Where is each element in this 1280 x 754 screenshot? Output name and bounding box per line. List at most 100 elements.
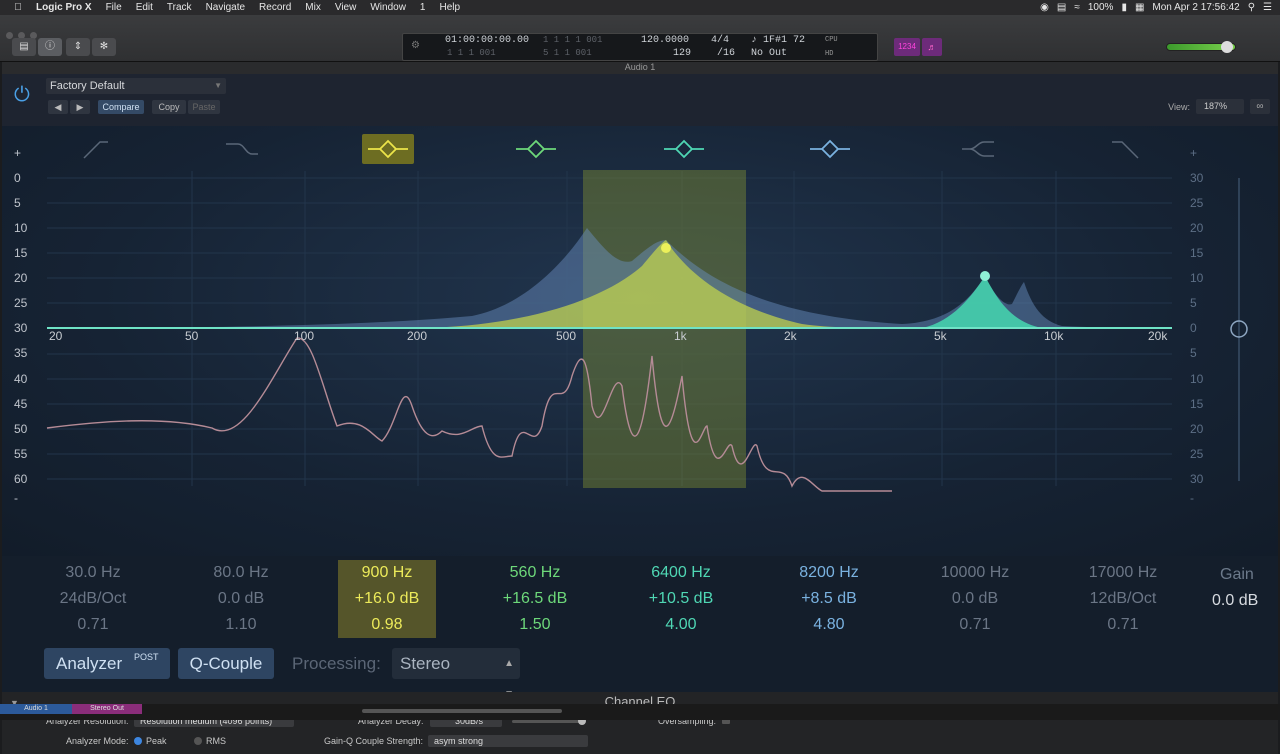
menu-mix[interactable]: Mix	[305, 2, 321, 13]
search-icon[interactable]: ⚲	[1248, 2, 1255, 13]
menu-track[interactable]: Track	[167, 2, 192, 13]
track-audio-1[interactable]: Audio 1	[0, 704, 72, 714]
menu-file[interactable]: File	[106, 2, 122, 13]
band-frequency[interactable]: 8200 Hz	[780, 560, 878, 586]
menu-edit[interactable]: Edit	[136, 2, 153, 13]
band-frequency[interactable]: 80.0 Hz	[192, 560, 290, 586]
lcd-display[interactable]: ⚙ 01:00:00:00.00 1 1 1 1 001 1 1 1 001 5…	[402, 33, 878, 61]
band-q[interactable]: 1.50	[486, 612, 584, 638]
gain-q-couple-select[interactable]: asym strong	[428, 735, 588, 747]
rms-radio[interactable]	[194, 737, 202, 745]
band-frequency[interactable]: 900 Hz	[338, 560, 436, 586]
band-4-params[interactable]: 560 Hz +16.5 dB 1.50	[486, 560, 584, 638]
low-cut-icon[interactable]	[70, 134, 122, 164]
band-8-params[interactable]: 17000 Hz 12dB/Oct 0.71	[1074, 560, 1172, 638]
left-scale-plus[interactable]: +	[14, 146, 21, 160]
band-6-params[interactable]: 8200 Hz +8.5 dB 4.80	[780, 560, 878, 638]
menu-view[interactable]: View	[335, 2, 357, 13]
battery-label[interactable]: 100%	[1088, 2, 1114, 13]
low-shelf-icon[interactable]	[216, 134, 268, 164]
band-q[interactable]: 0.98	[338, 612, 436, 638]
band-frequency[interactable]: 6400 Hz	[632, 560, 730, 586]
gain-value[interactable]: 0.0 dB	[1212, 592, 1258, 610]
compare-button[interactable]: Compare	[98, 100, 144, 114]
analyzer-button[interactable]: Analyzer POST	[44, 648, 170, 679]
band-slope[interactable]: 12dB/Oct	[1074, 586, 1172, 612]
peak-label[interactable]: Peak	[146, 736, 167, 746]
power-icon[interactable]: ⏻	[14, 84, 36, 106]
record-status-icon[interactable]: ◉	[1040, 2, 1049, 13]
menu-record[interactable]: Record	[259, 2, 291, 13]
post-label[interactable]: POST	[134, 642, 159, 673]
lcd-key[interactable]: ♪ 1F#1 72	[751, 35, 805, 46]
view-zoom-select[interactable]: 187%	[1196, 99, 1244, 114]
wifi-icon[interactable]: ≈	[1074, 2, 1080, 13]
band-q[interactable]: 4.00	[632, 612, 730, 638]
rms-label[interactable]: RMS	[206, 736, 226, 746]
track-stereo-out[interactable]: Stereo Out	[72, 704, 142, 714]
bell-icon[interactable]	[510, 134, 562, 164]
menu-navigate[interactable]: Navigate	[206, 2, 245, 13]
band-gain[interactable]: +10.5 dB	[632, 586, 730, 612]
master-volume-slider[interactable]	[1166, 41, 1236, 53]
keyboard-icon[interactable]: ▤	[1057, 2, 1066, 13]
high-shelf-icon[interactable]	[952, 134, 1004, 164]
band-q[interactable]: 0.71	[1074, 612, 1172, 638]
band-slope[interactable]: 24dB/Oct	[44, 586, 142, 612]
band-frequency[interactable]: 560 Hz	[486, 560, 584, 586]
bell-icon[interactable]	[658, 134, 710, 164]
band-5-handle[interactable]	[980, 271, 990, 281]
band-q[interactable]: 0.71	[44, 612, 142, 638]
clock[interactable]: Mon Apr 2 17:56:42	[1152, 2, 1239, 13]
band-gain[interactable]: +16.0 dB	[338, 586, 436, 612]
smart-controls-icon[interactable]: ✻	[92, 38, 116, 56]
bell-icon[interactable]	[362, 134, 414, 164]
mixer-icon[interactable]: ⇕	[66, 38, 90, 56]
analyzer-decay-slider[interactable]	[512, 717, 586, 725]
band-1-params[interactable]: 30.0 Hz 24dB/Oct 0.71	[44, 560, 142, 638]
band-frequency[interactable]: 30.0 Hz	[44, 560, 142, 586]
bell-icon[interactable]	[804, 134, 856, 164]
lcd-settings-icon[interactable]: ⚙	[411, 40, 420, 52]
band-q[interactable]: 0.71	[926, 612, 1024, 638]
band-q[interactable]: 1.10	[192, 612, 290, 638]
high-cut-icon[interactable]	[1098, 134, 1150, 164]
eq-graph[interactable]: + 0 5 10 15 20 25 30 35 40 45 50 55 60 -…	[2, 126, 1278, 556]
q-couple-button[interactable]: Q-Couple	[178, 648, 274, 679]
previous-preset-button[interactable]: ◀	[48, 100, 68, 114]
app-menu[interactable]: Logic Pro X	[36, 2, 92, 13]
lcd-division[interactable]: /16	[717, 48, 735, 59]
metronome-icon[interactable]: ♬	[922, 38, 942, 56]
tuner-button[interactable]: 1234	[894, 38, 920, 56]
band-7-params[interactable]: 10000 Hz 0.0 dB 0.71	[926, 560, 1024, 638]
right-scale-plus[interactable]: +	[1190, 146, 1197, 160]
next-preset-button[interactable]: ▶	[70, 100, 90, 114]
copy-button[interactable]: Copy	[152, 100, 186, 114]
inspector-icon[interactable]: ⓘ	[38, 38, 62, 56]
band-gain[interactable]: +16.5 dB	[486, 586, 584, 612]
band-3-params[interactable]: 900 Hz +16.0 dB 0.98	[338, 560, 436, 638]
left-scale-minus[interactable]: -	[14, 491, 18, 505]
link-icon[interactable]: ∞	[1250, 99, 1270, 114]
menu-help[interactable]: Help	[439, 2, 460, 13]
band-q[interactable]: 4.80	[780, 612, 878, 638]
apple-icon[interactable]: 	[0, 2, 36, 13]
volume-knob[interactable]	[1221, 41, 1233, 53]
band-frequency[interactable]: 10000 Hz	[926, 560, 1024, 586]
band-gain[interactable]: 0.0 dB	[192, 586, 290, 612]
menu-1[interactable]: 1	[420, 2, 426, 13]
menu-window[interactable]: Window	[370, 2, 406, 13]
lcd-signature[interactable]: 4/4	[711, 35, 729, 46]
band-gain[interactable]: +8.5 dB	[780, 586, 878, 612]
right-scale-minus[interactable]: -	[1190, 491, 1194, 505]
list-icon[interactable]: ☰	[1263, 2, 1272, 13]
library-icon[interactable]: ▤	[12, 38, 36, 56]
band-5-params[interactable]: 6400 Hz +10.5 dB 4.00	[632, 560, 730, 638]
band-2-params[interactable]: 80.0 Hz 0.0 dB 1.10	[192, 560, 290, 638]
lcd-tempo[interactable]: 120.0000	[641, 35, 689, 46]
horizontal-scrollbar[interactable]	[362, 709, 562, 713]
preset-menu[interactable]: Factory Default ▼	[46, 78, 226, 94]
band-3-handle[interactable]	[661, 243, 671, 253]
peak-radio[interactable]	[134, 737, 142, 745]
band-gain[interactable]: 0.0 dB	[926, 586, 1024, 612]
